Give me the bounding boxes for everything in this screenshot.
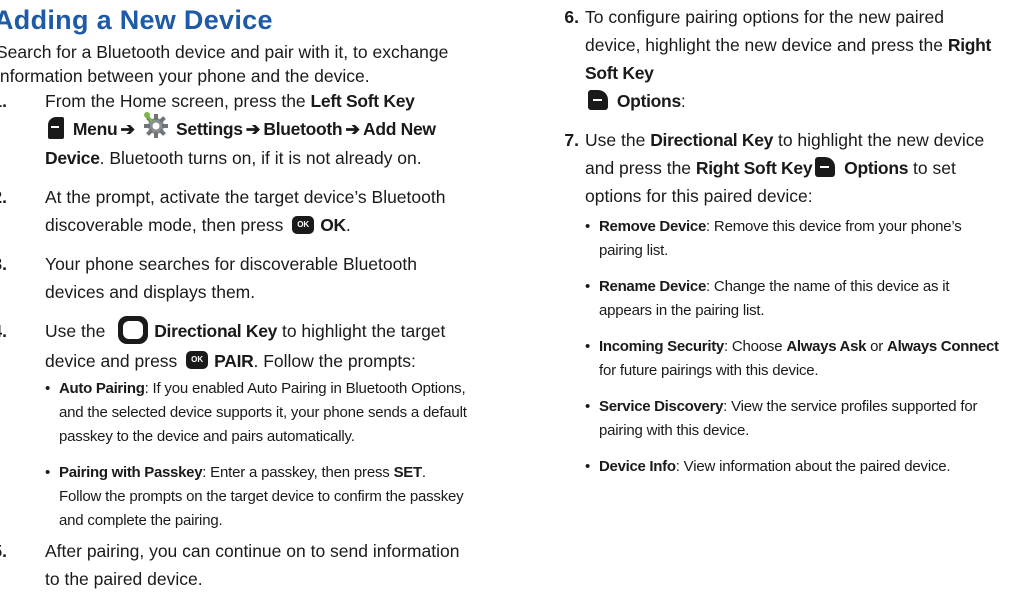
step-6: 6. To configure pairing options for the … [545, 3, 1000, 115]
step-number: 5. [0, 540, 7, 561]
step-number: 4. [0, 321, 7, 342]
settings-gear-icon [144, 112, 169, 139]
always-ask-label: Always Ask [786, 338, 867, 355]
step-text-run: . [345, 215, 351, 236]
step-text-run: From the Home screen, press the [45, 91, 311, 111]
bullet-icon: • [585, 278, 591, 295]
bluetooth-label: Bluetooth [263, 119, 343, 139]
step-text: Use the Directional Key to highlight the… [45, 315, 470, 374]
option-label: Pairing with Passkey [59, 463, 203, 481]
option-label: Auto Pairing [59, 379, 145, 397]
step-text-run: At the prompt, activate the target devic… [45, 187, 446, 236]
option-label: Device Info [599, 458, 676, 475]
step-text: Your phone searches for discoverable Blu… [45, 254, 417, 303]
key-name: Right Soft Key [695, 158, 813, 178]
steps-list-right: 6. To configure pairing options for the … [545, 3, 1000, 491]
step-text-run: Use the [585, 130, 651, 150]
option-text: : View information about the paired devi… [675, 458, 951, 475]
option-text: : Enter a passkey, then press [202, 463, 394, 481]
section-title: Adding a New Device [0, 5, 273, 35]
option-text: : Choose [723, 338, 787, 355]
step-text-run: Use the [45, 321, 111, 342]
step-7-options: • Remove Device: Remove this device from … [585, 215, 1000, 479]
options-label: Options [616, 91, 681, 111]
bullet-icon: • [585, 458, 591, 475]
bullet-icon: • [45, 463, 51, 481]
step-2: 2. At the prompt, activate the target de… [0, 183, 470, 239]
menu-label: Menu [72, 119, 118, 139]
step-4-options: • Auto Pairing: If you enabled Auto Pairi… [45, 377, 470, 533]
step-text-run: : [680, 91, 686, 111]
option-label: Incoming Security [599, 338, 724, 355]
step-text: Use the Directional Key to highlight the… [585, 126, 1000, 210]
directional-key-icon [118, 315, 149, 344]
list-item: • Remove Device: Remove this device from … [585, 215, 1000, 263]
right-soft-key-icon [588, 90, 608, 111]
ok-label: OK [320, 215, 346, 236]
right-soft-key-icon [815, 157, 836, 178]
bullet-icon: • [585, 398, 591, 415]
key-name: Left Soft Key [310, 91, 415, 111]
option-label: Remove Device [599, 218, 706, 235]
list-item: • Device Info: View information about the… [585, 455, 1000, 479]
key-name: Directional Key [650, 130, 774, 150]
step-number: 3. [0, 254, 7, 275]
bullet-icon: • [585, 338, 591, 355]
steps-list-left: 1. From the Home screen, press the Left … [0, 87, 470, 593]
step-text: At the prompt, activate the target devic… [45, 183, 470, 239]
list-item: • Service Discovery: View the service pro… [585, 395, 1000, 443]
step-text: To configure pairing options for the new… [585, 3, 1000, 115]
list-item: • Rename Device: Change the name of this … [585, 275, 1000, 323]
step-text-run: To configure pairing options for the new… [585, 7, 948, 55]
set-label: SET [393, 463, 423, 481]
option-label: Rename Device [599, 278, 706, 295]
always-connect-label: Always Connect [887, 338, 999, 355]
step-1: 1. From the Home screen, press the Left … [0, 87, 470, 172]
step-text: From the Home screen, press the Left Sof… [45, 87, 470, 172]
manual-page: Adding a New Device Search for a Bluetoo… [0, 0, 1012, 601]
step-number: 1. [0, 91, 7, 111]
option-text: for future pairings with this device. [599, 362, 819, 379]
bullet-icon: • [585, 218, 591, 235]
arrow-icon: ➔ [120, 119, 136, 139]
option-label: Service Discovery [599, 398, 724, 415]
ok-key-icon: OK [292, 215, 315, 234]
arrow-icon: ➔ [345, 119, 360, 139]
list-item: • Auto Pairing: If you enabled Auto Pairi… [45, 377, 470, 449]
arrow-icon: ➔ [245, 119, 261, 139]
step-7: 7. Use the Directional Key to highlight … [545, 126, 1000, 479]
intro-paragraph: Search for a Bluetooth device and pair w… [0, 42, 449, 86]
step-text-run: . Follow the prompts: [253, 350, 416, 371]
key-name: Directional Key [154, 321, 278, 342]
list-item: • Incoming Security: Choose Always Ask or… [585, 335, 1000, 383]
step-4: 4. Use the Directional Key to highlight … [0, 315, 470, 533]
step-number: 7. [564, 130, 579, 150]
step-3: 3. Your phone searches for discoverable … [0, 250, 470, 306]
options-label: Options [844, 158, 909, 178]
list-item: • Pairing with Passkey: Enter a passkey, … [45, 461, 470, 533]
option-text: or [866, 338, 888, 355]
step-5: 5. After pairing, you can continue on to… [0, 537, 470, 593]
ok-key-icon: OK [186, 351, 209, 370]
pair-label: PAIR [214, 350, 254, 371]
bullet-icon: • [45, 379, 51, 397]
step-number: 6. [564, 7, 579, 27]
step-text: After pairing, you can continue on to se… [45, 540, 460, 589]
step-text-run: . Bluetooth turns on, if it is not alrea… [99, 148, 422, 169]
step-number: 2. [0, 187, 7, 208]
left-soft-key-icon [48, 117, 64, 140]
settings-label: Settings [176, 119, 243, 139]
